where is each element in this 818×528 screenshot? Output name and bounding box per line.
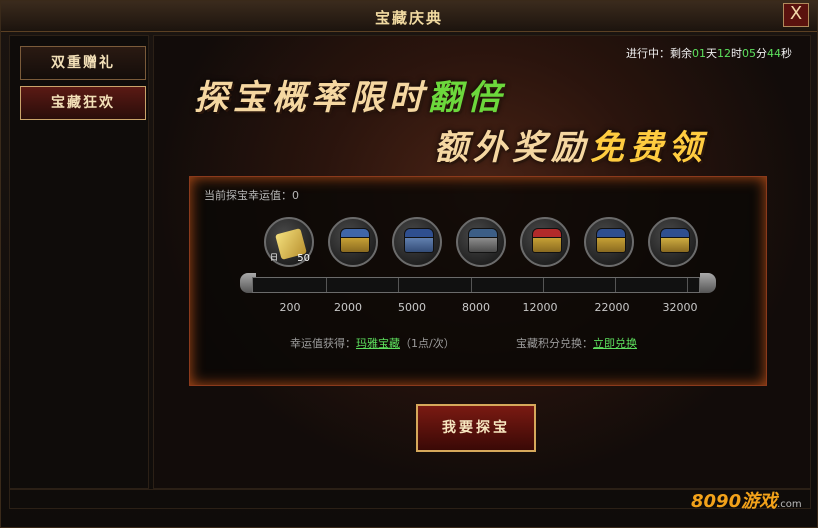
chest-icon [468, 228, 498, 253]
close-button[interactable]: X [783, 3, 809, 27]
reward-chest-blue-gold[interactable] [584, 217, 634, 267]
treasure-panel: 当前探宝幸运值：0 日 50 200 2000 5000 8000 12000 … [189, 176, 767, 386]
chest-icon [596, 228, 626, 253]
countdown-timer: 进行中：剩余01天12时05分44秒 [626, 47, 792, 60]
threshold-label: 2000 [334, 301, 362, 314]
banner-line-1: 探宝概率限时翻倍 [194, 78, 506, 118]
threshold-label: 5000 [398, 301, 426, 314]
luck-progress-track [252, 277, 700, 293]
site-watermark: 8090游戏.com [691, 491, 802, 512]
sidebar: 双重赠礼 宝藏狂欢 [9, 35, 149, 489]
title-bar: 宝藏庆典 X [1, 1, 817, 32]
reward-chest-red[interactable] [520, 217, 570, 267]
threshold-label: 32000 [662, 301, 698, 314]
reward-quantity: 50 [297, 253, 310, 264]
reward-chest-silver-gold[interactable] [328, 217, 378, 267]
reward-chest-gold[interactable] [648, 217, 698, 267]
exchange-info: 宝藏积分兑换：立即兑换 [516, 337, 637, 350]
sidebar-item-double-gift[interactable]: 双重赠礼 [20, 46, 146, 80]
treasure-celebration-window: 宝藏庆典 X 双重赠礼 宝藏狂欢 进行中：剩余01天12时05分44秒 探宝概率… [0, 0, 818, 528]
reward-scroll[interactable]: 日 50 [264, 217, 314, 267]
threshold-label: 22000 [594, 301, 630, 314]
chest-icon [532, 228, 562, 253]
luck-value: 当前探宝幸运值：0 [204, 189, 299, 202]
search-treasure-button[interactable]: 我要探宝 [416, 404, 536, 452]
threshold-label: 200 [279, 301, 301, 314]
window-title: 宝藏庆典 [374, 9, 443, 27]
reward-tag: 日 [270, 253, 278, 262]
exchange-now-link[interactable]: 立即兑换 [593, 337, 637, 350]
main-panel: 进行中：剩余01天12时05分44秒 探宝概率限时翻倍 额外奖励免费领 当前探宝… [153, 35, 811, 489]
chest-icon [340, 228, 370, 253]
sidebar-item-treasure-carnival[interactable]: 宝藏狂欢 [20, 86, 146, 120]
banner-line-2: 额外奖励免费领 [434, 128, 707, 168]
reward-chest-steel[interactable] [456, 217, 506, 267]
maya-treasure-link[interactable]: 玛雅宝藏 [356, 337, 400, 350]
reward-chest-blue[interactable] [392, 217, 442, 267]
threshold-label: 8000 [462, 301, 490, 314]
progress-right-cap [700, 273, 716, 293]
chest-icon [660, 228, 690, 253]
chest-icon [404, 228, 434, 253]
luck-gain-info: 幸运值获得：玛雅宝藏（1点/次） [290, 337, 455, 350]
threshold-label: 12000 [522, 301, 558, 314]
